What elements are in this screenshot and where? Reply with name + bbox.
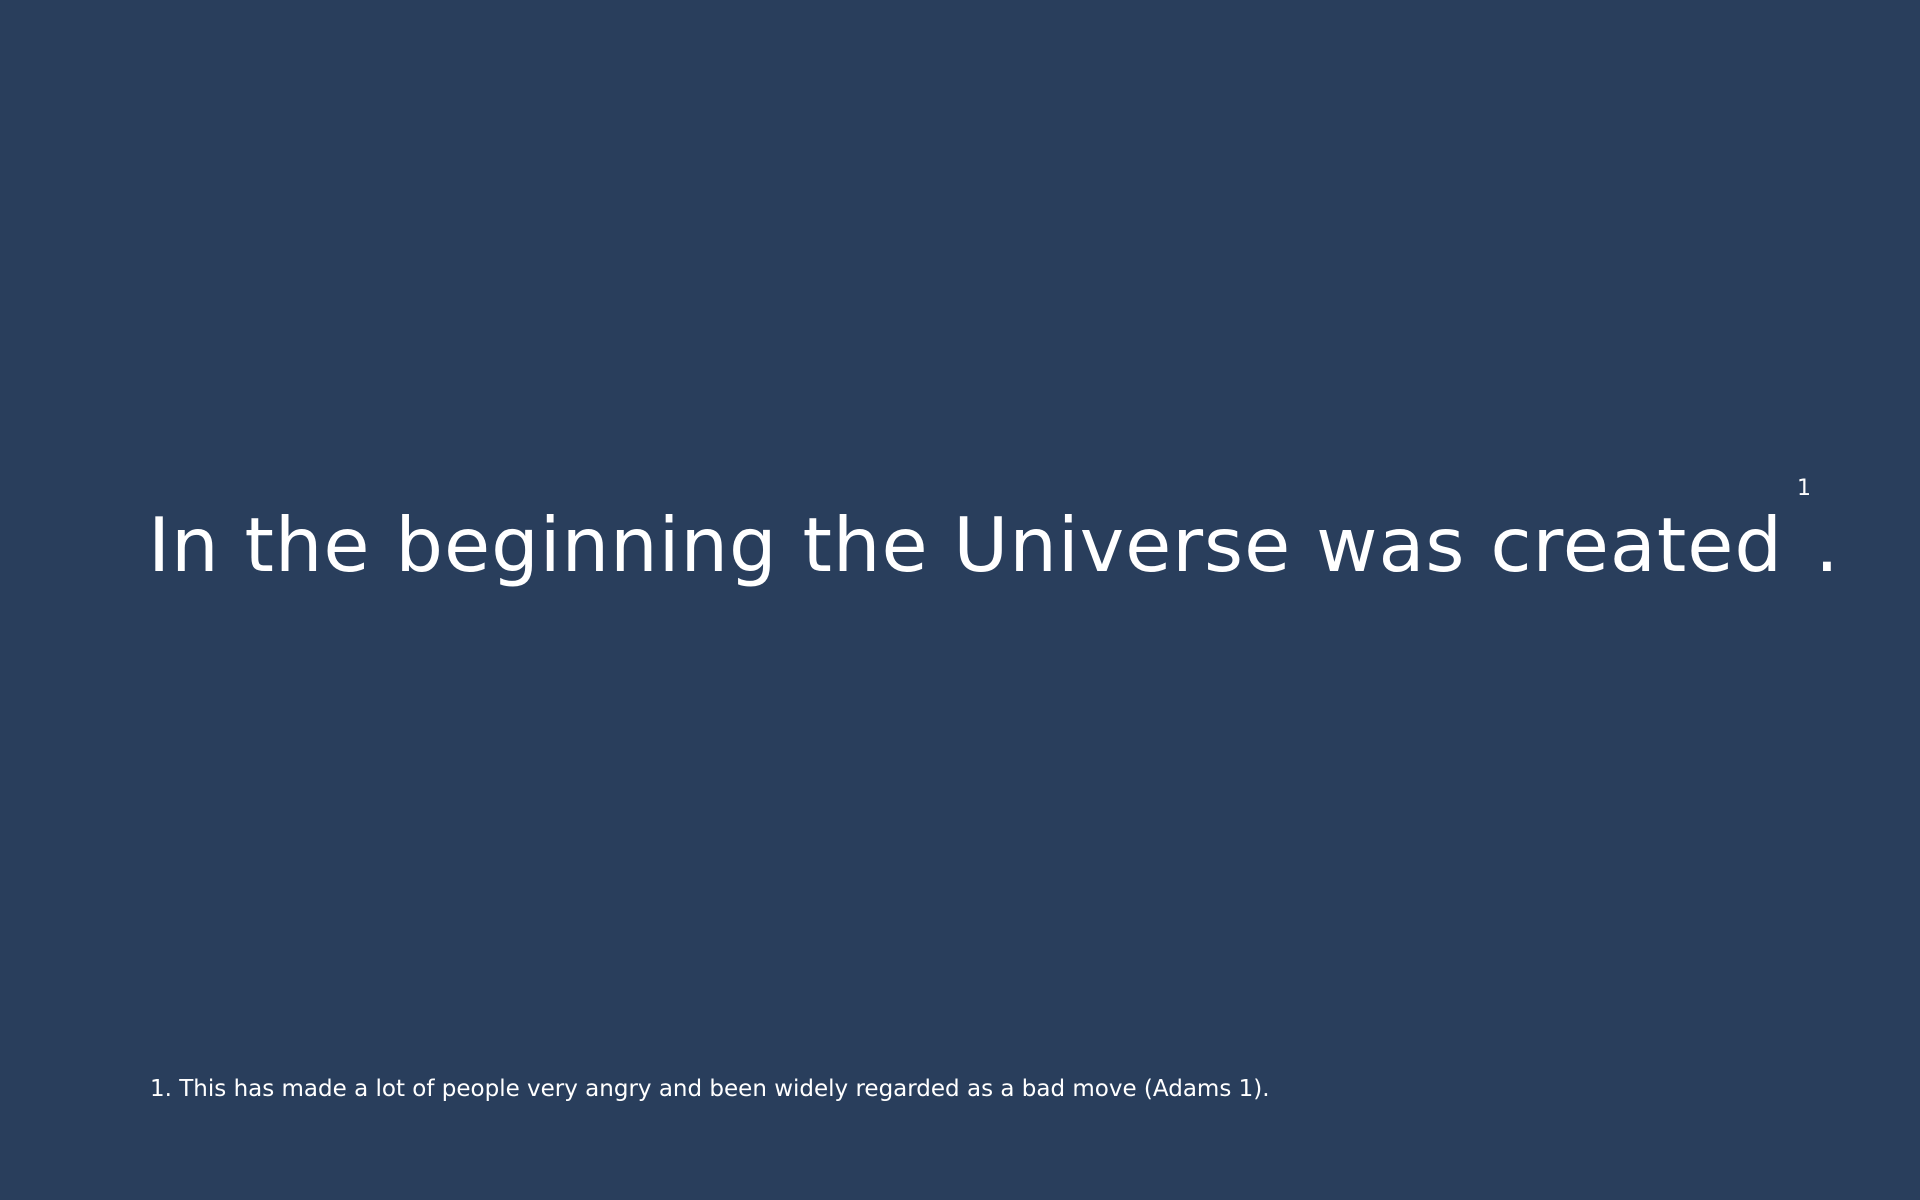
- main-sentence: In the beginning the Universe was create…: [148, 501, 1784, 589]
- main-sentence-period: .: [1815, 501, 1840, 589]
- slide: In the beginning the Universe was create…: [0, 0, 1920, 1200]
- slide-main-text: In the beginning the Universe was create…: [148, 478, 1840, 583]
- footnote-marker: 1: [1797, 476, 1812, 501]
- footnote: 1. This has made a lot of people very an…: [150, 1076, 1270, 1102]
